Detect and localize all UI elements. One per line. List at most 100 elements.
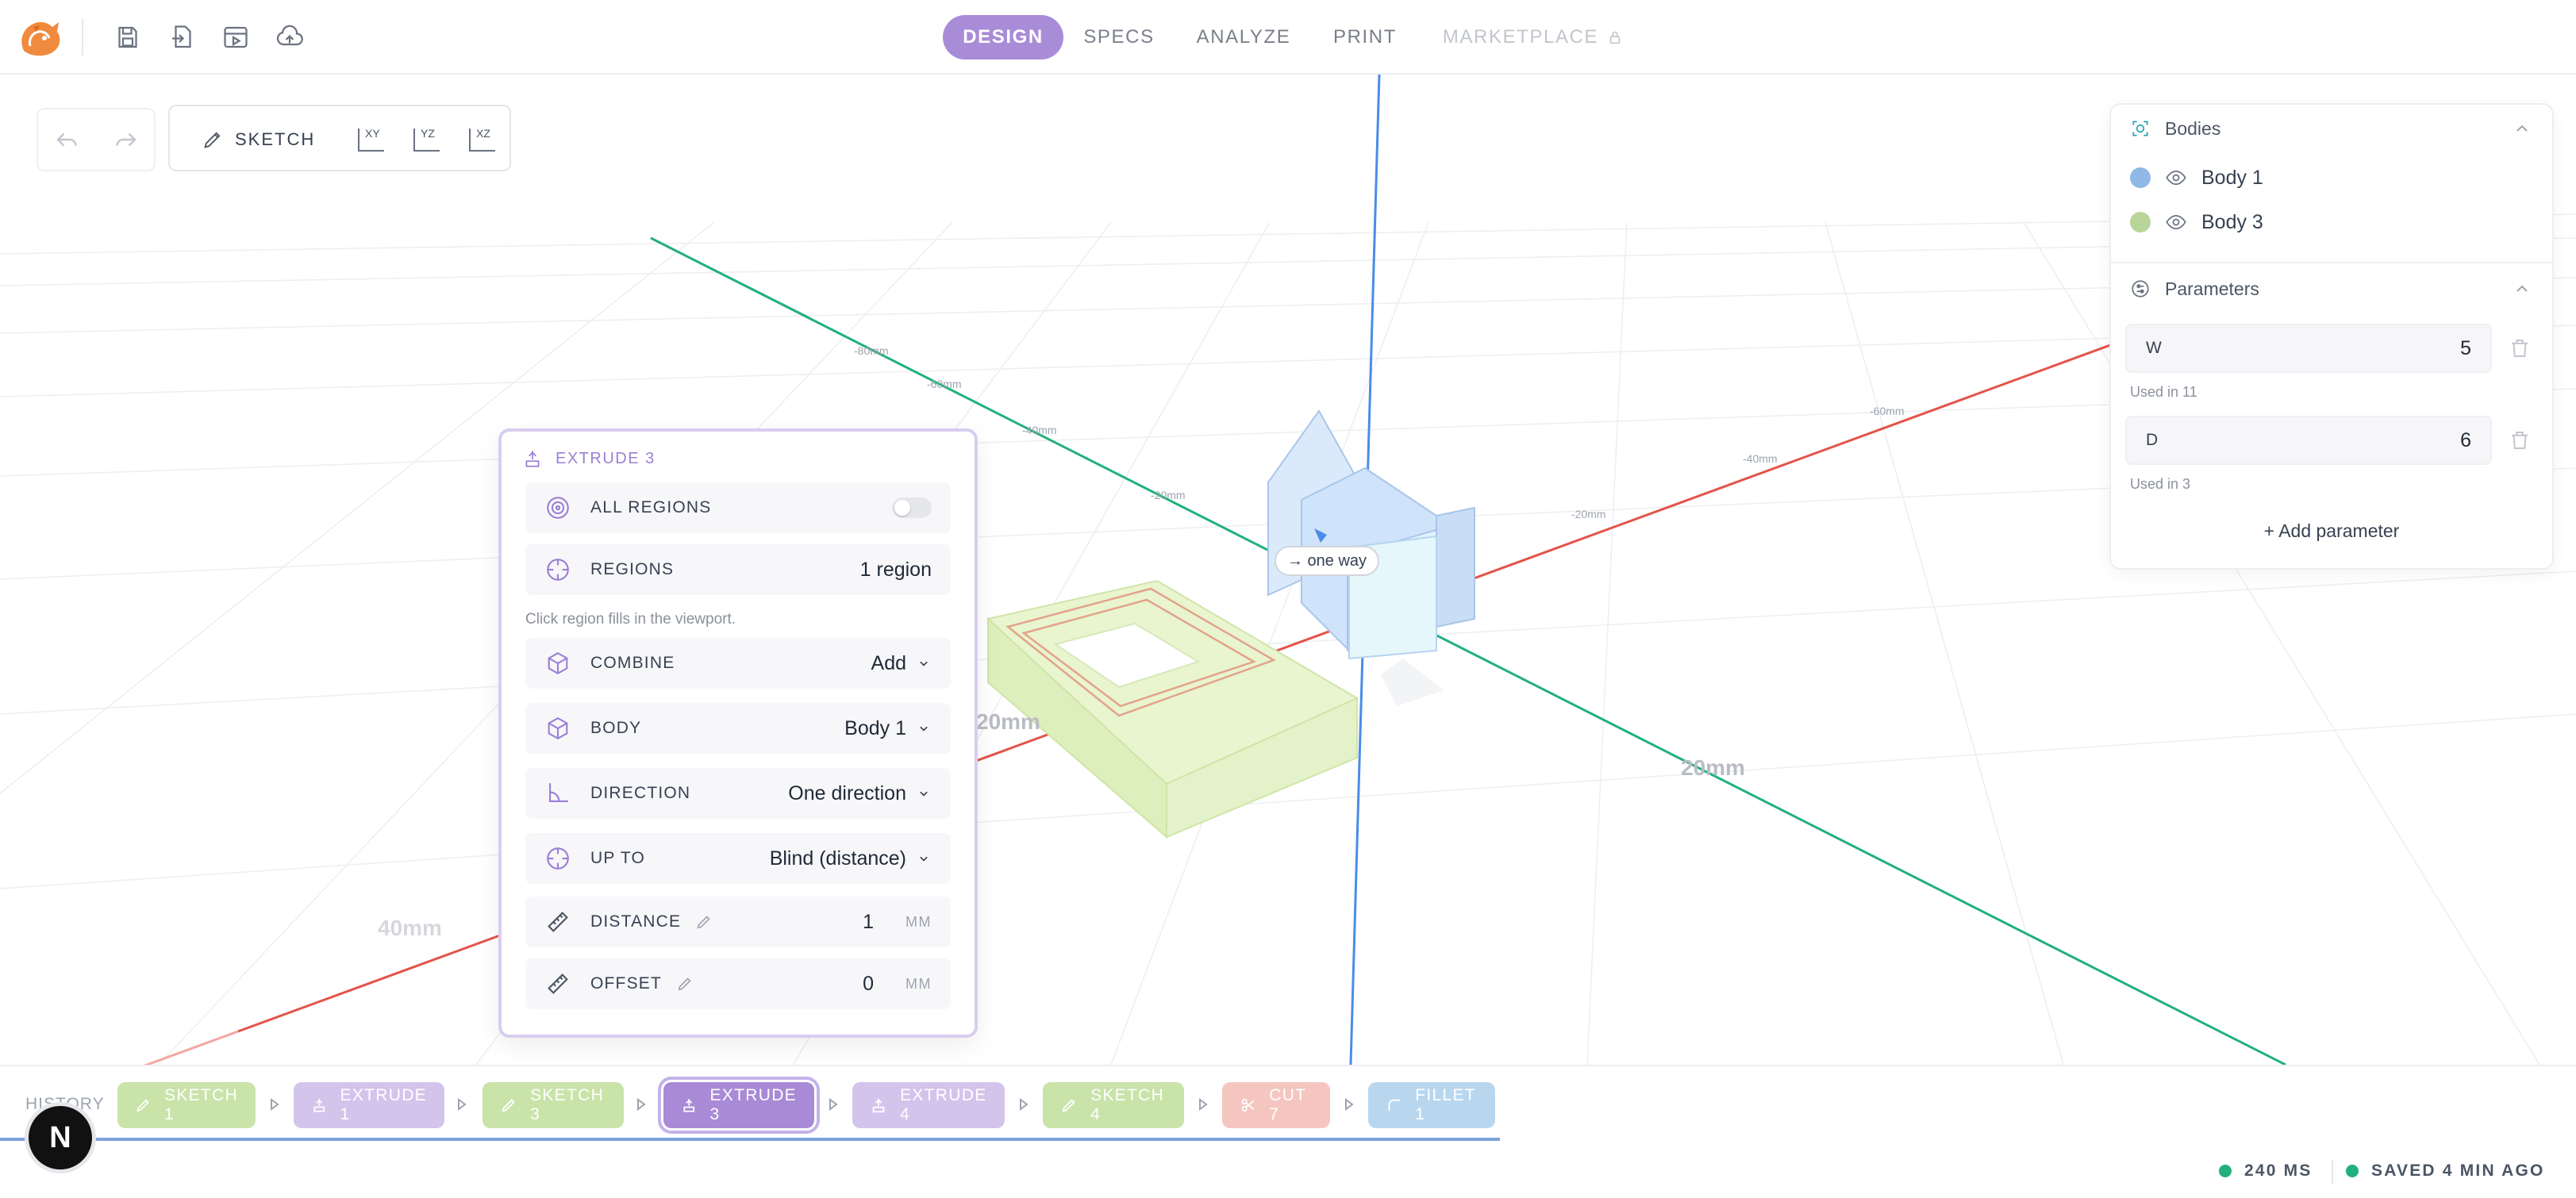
direction-select[interactable]: One direction	[788, 782, 932, 805]
avatar[interactable]: N	[29, 1106, 92, 1169]
trash-icon[interactable]	[2508, 336, 2532, 360]
parameter-field-w[interactable]: W 5	[2125, 324, 2492, 373]
up-to-row[interactable]: UP TO Blind (distance)	[525, 833, 951, 884]
tab-specs[interactable]: SPECS	[1079, 15, 1159, 60]
scissors-icon	[1241, 1099, 1255, 1112]
history-item-sketch-1[interactable]: SKETCH 1	[117, 1082, 256, 1128]
extrude-icon	[683, 1099, 695, 1112]
all-regions-toggle[interactable]	[892, 497, 932, 518]
redo-icon[interactable]	[111, 125, 140, 154]
offset-unit: MM	[905, 975, 932, 992]
import-icon[interactable]	[165, 21, 198, 54]
tick-label: -60mm	[1870, 405, 1905, 417]
body-name: Body 3	[2201, 210, 2263, 233]
direction-tag[interactable]: → one way	[1275, 546, 1380, 576]
body-row[interactable]: BODY Body 1	[525, 703, 951, 754]
arrow-icon	[458, 1098, 467, 1111]
ruler-icon	[548, 973, 568, 994]
tab-marketplace[interactable]: MARKETPLACE	[1438, 15, 1628, 60]
pencil-icon	[136, 1099, 149, 1112]
body-item-1[interactable]: Body 1	[2130, 162, 2263, 194]
direction-row[interactable]: DIRECTION One direction	[525, 768, 951, 819]
tick-label: -60mm	[927, 378, 962, 390]
bodies-title: Bodies	[2165, 117, 2221, 139]
body-color-swatch[interactable]	[2130, 167, 2151, 188]
history-item-sketch-4[interactable]: SKETCH 4	[1043, 1082, 1184, 1128]
cloud-upload-icon[interactable]	[273, 21, 306, 54]
body-3-shape[interactable]	[986, 579, 1359, 839]
sketch-toolbar: SKETCH XY YZ XZ	[168, 105, 511, 171]
plane-xz-button[interactable]: XZ	[465, 124, 500, 156]
extrude-icon	[313, 1099, 325, 1112]
edit-icon[interactable]	[695, 913, 713, 931]
body-color-swatch[interactable]	[2130, 212, 2151, 232]
arrow-icon	[271, 1098, 279, 1111]
edit-icon[interactable]	[676, 975, 694, 993]
history-item-extrude-3[interactable]: EXTRUDE 3	[658, 1077, 820, 1134]
plane-yz-button[interactable]: YZ	[409, 124, 444, 156]
offset-input[interactable]: 0 MM	[863, 973, 932, 996]
chevron-up-icon[interactable]	[2513, 119, 2532, 138]
history-item-label: FILLET 1	[1415, 1086, 1476, 1123]
add-parameter-button[interactable]: + Add parameter	[2111, 520, 2552, 542]
parameters-icon	[2132, 280, 2149, 298]
body-value: Body 1	[844, 716, 906, 739]
body-item-3[interactable]: Body 3	[2130, 206, 2263, 238]
extrude-title: EXTRUDE 3	[522, 444, 656, 473]
play-icon[interactable]	[219, 21, 252, 54]
plane-xy-label: XY	[365, 127, 380, 140]
status-bar	[0, 1142, 2576, 1198]
tab-design[interactable]: DESIGN	[943, 15, 1063, 60]
history-item-fillet-1[interactable]: FILLET 1	[1368, 1082, 1495, 1128]
sketch-button[interactable]: SKETCH	[202, 127, 315, 152]
bodies-header[interactable]: Bodies	[2130, 113, 2220, 144]
combine-value: Add	[871, 651, 906, 674]
history-item-sketch-3[interactable]: SKETCH 3	[483, 1082, 624, 1128]
chevron-up-icon[interactable]	[2513, 279, 2532, 298]
tab-analyze[interactable]: ANALYZE	[1192, 15, 1295, 60]
plane-xy-button[interactable]: XY	[354, 124, 389, 156]
tick-label: -80mm	[854, 344, 889, 357]
eye-icon[interactable]	[2165, 211, 2187, 233]
regions-value: 1 region	[859, 558, 932, 581]
body-select[interactable]: Body 1	[844, 717, 932, 740]
arrow-icon	[637, 1098, 646, 1111]
sketch-label: SKETCH	[235, 129, 316, 149]
chevron-down-icon	[920, 791, 928, 797]
distance-label: DISTANCE	[590, 912, 682, 931]
logo-icon[interactable]	[16, 14, 65, 60]
tab-print[interactable]: PRINT	[1327, 15, 1403, 60]
body-name: Body 1	[2201, 166, 2263, 189]
history-item-extrude-1[interactable]: EXTRUDE 1	[294, 1082, 444, 1128]
history-item-extrude-4[interactable]: EXTRUDE 4	[852, 1082, 1005, 1128]
regions-row[interactable]: REGIONS 1 region	[525, 544, 951, 595]
combine-select[interactable]: Add	[871, 652, 932, 675]
history-item-label: SKETCH 1	[164, 1086, 238, 1123]
distance-unit: MM	[905, 913, 932, 930]
parameter-value[interactable]: 6	[2460, 429, 2471, 452]
history-item-cut-7[interactable]: CUT 7	[1222, 1082, 1330, 1128]
arrow-icon	[1020, 1098, 1028, 1111]
history-item-label: CUT 7	[1269, 1086, 1306, 1123]
eye-icon[interactable]	[2165, 167, 2187, 189]
render-timing: 240 MS	[2219, 1160, 2313, 1182]
tick-label: -20mm	[1571, 508, 1606, 520]
parameters-header[interactable]: Parameters	[2130, 273, 2259, 305]
parameter-value[interactable]: 5	[2460, 337, 2471, 360]
parameter-field-d[interactable]: D 6	[2125, 416, 2492, 465]
cube-icon	[548, 652, 568, 674]
combine-row[interactable]: COMBINE Add	[525, 638, 951, 689]
history-item-label: EXTRUDE 3	[709, 1086, 797, 1123]
spiral-icon	[547, 497, 569, 519]
up-to-select[interactable]: Blind (distance)	[770, 847, 932, 870]
trash-icon[interactable]	[2508, 428, 2532, 452]
angle-icon	[549, 783, 568, 802]
crosshair-icon	[547, 847, 569, 870]
body-label: BODY	[590, 719, 642, 737]
divider	[82, 19, 83, 56]
distance-input[interactable]: 1 MM	[863, 911, 932, 934]
undo-icon[interactable]	[53, 125, 82, 154]
save-icon[interactable]	[111, 21, 144, 54]
plane-xz-label: XZ	[476, 127, 490, 140]
divider	[2332, 1160, 2333, 1184]
